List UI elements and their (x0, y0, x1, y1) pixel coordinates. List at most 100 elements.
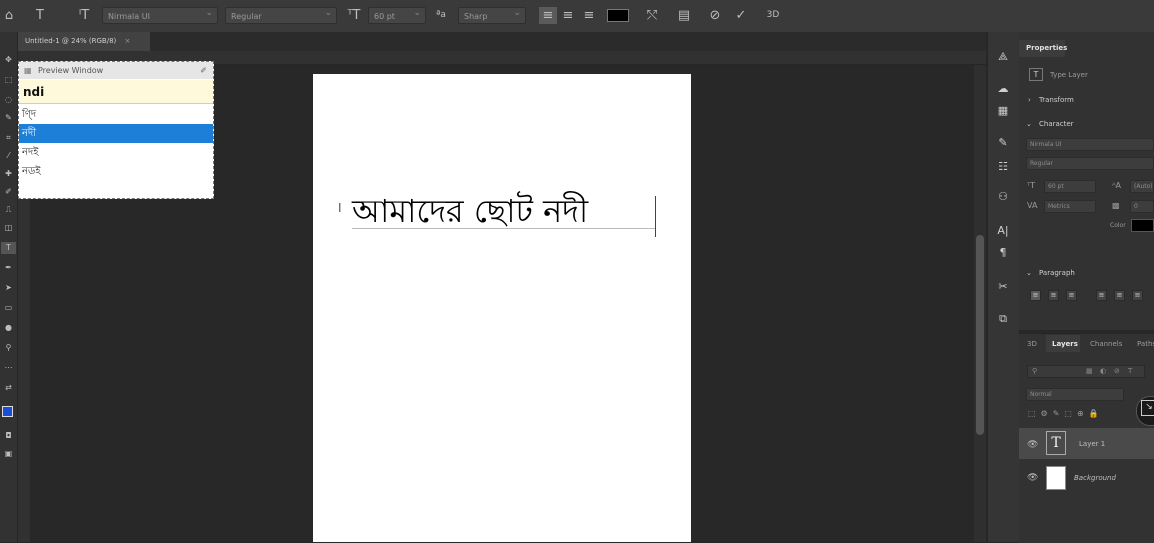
close-tab-icon[interactable]: × (125, 37, 131, 45)
character-panel-icon[interactable]: ▤ (675, 7, 693, 24)
font-size-dropdown[interactable]: 60 pt (368, 5, 426, 24)
suggestion-item[interactable]: নদই (19, 143, 213, 162)
marquee-tool-icon[interactable]: ⬚ (1, 74, 16, 86)
character-collapse-icon[interactable]: ⌄ (1026, 120, 1032, 128)
transform-expand-icon[interactable]: › (1028, 96, 1031, 104)
3d-panel-icon[interactable]: ⟁ (995, 50, 1011, 64)
foreground-color[interactable] (2, 406, 13, 417)
preview-window-title[interactable]: ▦ Preview Window ✐ (19, 62, 213, 79)
shape-tool-icon[interactable]: ▭ (1, 302, 16, 314)
tab-paths[interactable]: Paths (1137, 340, 1154, 348)
kerning-field[interactable]: Metrics (1044, 200, 1096, 213)
para-align-right-button[interactable]: ≡ (1066, 290, 1077, 301)
tracking-icon: ▩ (1112, 201, 1120, 210)
clone-stamp-icon[interactable]: ⎍ (1, 204, 16, 216)
font-family-field[interactable]: Nirmala UI (1026, 138, 1154, 151)
font-size-field[interactable]: 60 pt (1044, 180, 1096, 193)
warp-text-icon[interactable]: ⤲ (643, 7, 661, 24)
visibility-eye-icon[interactable]: 👁 (1027, 440, 1038, 450)
align-left-button[interactable]: ≡ (539, 7, 557, 24)
anti-alias-dropdown[interactable]: Sharp (458, 5, 526, 24)
more-tools-icon[interactable]: ⋯ (1, 362, 16, 374)
type-tool-icon[interactable]: T (31, 7, 49, 24)
swatches-icon[interactable]: ▦ (995, 104, 1011, 118)
crop-tool-icon[interactable]: ⌗ (1, 132, 16, 144)
character-panel-icon[interactable]: A| (995, 224, 1011, 238)
transform-section-header[interactable]: Transform (1039, 96, 1074, 104)
paragraph-panel-icon[interactable]: ¶ (995, 246, 1011, 260)
brush-panel-icon[interactable]: ✎ (995, 136, 1011, 150)
transliteration-input[interactable]: ndi (19, 80, 213, 104)
para-align-center-button[interactable]: ≡ (1048, 290, 1059, 301)
visibility-eye-icon[interactable]: 👁 (1027, 473, 1038, 483)
adjustments-icon[interactable]: ☷ (995, 160, 1011, 174)
tab-3d[interactable]: 3D (1027, 340, 1037, 348)
filter-text-icon[interactable]: T (1128, 366, 1132, 377)
leading-field[interactable]: (Auto) (1130, 180, 1154, 193)
quick-mask-icon[interactable]: ◘ (1, 430, 16, 442)
justify-right-button[interactable]: ≡ (1132, 290, 1143, 301)
character-styles-icon[interactable]: ⚇ (995, 190, 1011, 204)
text-orientation-icon[interactable]: ᴵT (75, 7, 93, 24)
paragraph-section-header[interactable]: Paragraph (1039, 269, 1075, 277)
cancel-icon[interactable]: ⊘ (706, 7, 724, 24)
text-layer-thumbnail: T (1046, 431, 1066, 455)
screen-mode-icon[interactable]: ▣ (1, 448, 16, 460)
document-tab[interactable]: Untitled-1 @ 24% (RGB/8) × (18, 32, 150, 51)
font-size-icon: ᵀT (1027, 181, 1035, 190)
font-style-dropdown[interactable]: Regular (225, 5, 337, 24)
align-right-button[interactable]: ≡ (580, 7, 598, 24)
tab-layers[interactable]: Layers (1052, 340, 1078, 348)
swap-colors-icon[interactable]: ⇄ (1, 382, 16, 394)
move-tool-icon[interactable]: ✥ (1, 54, 16, 66)
paragraph-collapse-icon[interactable]: ⌄ (1026, 269, 1032, 277)
blend-mode-dropdown[interactable]: Normal (1026, 388, 1124, 401)
quick-select-icon[interactable]: ✎ (1, 112, 16, 124)
eraser-tool-icon[interactable]: ◫ (1, 222, 16, 234)
layer-name[interactable]: Background (1074, 474, 1116, 482)
export-icon[interactable]: ⧉ (995, 312, 1011, 326)
filter-pixel-icon[interactable]: ▦ (1086, 366, 1093, 377)
tracking-field[interactable]: 0 (1130, 200, 1154, 213)
filter-type-icon[interactable]: ⊘ (1114, 366, 1120, 377)
type-tool-icon[interactable]: T (1, 242, 16, 254)
commit-icon[interactable]: ✓ (732, 7, 750, 24)
eyedropper-icon[interactable]: ⁄ (1, 150, 16, 162)
tab-channels[interactable]: Channels (1090, 340, 1122, 348)
suggestion-item[interactable]: নডই (19, 162, 213, 181)
pen-tool-icon[interactable]: ✒ (1, 262, 16, 274)
collapse-icon[interactable]: ↘ (1141, 400, 1154, 416)
align-center-button[interactable]: ≡ (559, 7, 577, 24)
document-page[interactable] (313, 74, 691, 542)
background-layer-thumbnail (1046, 466, 1066, 490)
suggestion-item[interactable]: ণ্দি (19, 105, 213, 124)
para-align-left-button[interactable]: ≡ (1030, 290, 1041, 301)
hand-tool-icon[interactable]: ● (1, 322, 16, 334)
character-color-swatch[interactable] (1131, 219, 1154, 232)
justify-center-button[interactable]: ≡ (1114, 290, 1125, 301)
home-icon[interactable]: ⌂ (0, 7, 18, 24)
pin-icon[interactable]: ✐ (200, 62, 207, 79)
text-color-swatch[interactable] (607, 9, 629, 22)
lasso-tool-icon[interactable]: ◌ (1, 94, 16, 106)
filter-adjust-icon[interactable]: ◐ (1100, 366, 1106, 377)
preview-window[interactable]: ▦ Preview Window ✐ ndi ণ্দি নদী নদই নডই (18, 61, 214, 199)
layer-name[interactable]: Layer 1 (1079, 440, 1105, 448)
scrollbar-thumb[interactable] (976, 235, 984, 435)
character-section-header[interactable]: Character (1039, 120, 1074, 128)
tools-panel-icon[interactable]: ✂ (995, 280, 1011, 294)
layer-lock-controls[interactable]: ⬚⚙✎⬚⊕🔒 (1028, 409, 1104, 418)
3d-icon[interactable]: 3D (764, 7, 782, 24)
history-icon[interactable]: ☁ (995, 82, 1011, 96)
brush-tool-icon[interactable]: ✐ (1, 186, 16, 198)
path-select-icon[interactable]: ➤ (1, 282, 16, 294)
font-style-field[interactable]: Regular (1026, 157, 1154, 170)
layer-filter-field[interactable]: ⚲ ▦ ◐ ⊘ T (1027, 365, 1145, 378)
font-family-dropdown[interactable]: Nirmala UI (102, 5, 218, 24)
tab-properties[interactable]: Properties (1026, 44, 1067, 52)
suggestion-item-selected[interactable]: নদী (19, 124, 213, 143)
zoom-tool-icon[interactable]: ⚲ (1, 342, 16, 354)
justify-left-button[interactable]: ≡ (1096, 290, 1107, 301)
text-baseline (352, 228, 656, 229)
healing-brush-icon[interactable]: ✚ (1, 168, 16, 180)
